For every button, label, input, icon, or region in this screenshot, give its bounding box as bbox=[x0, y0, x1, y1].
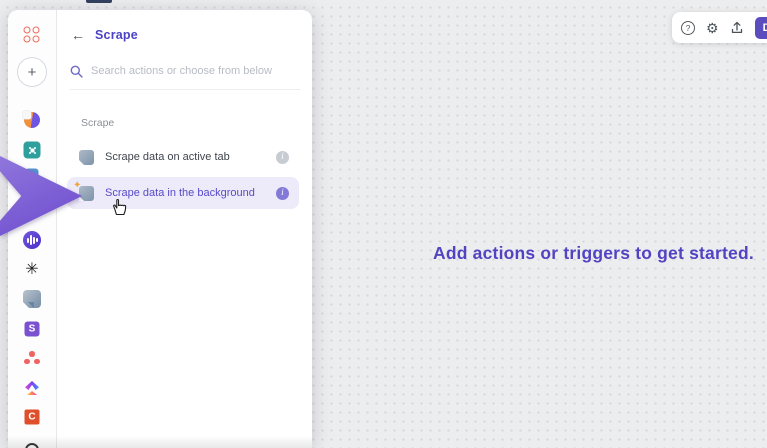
clickup-icon[interactable] bbox=[24, 380, 40, 396]
search-input[interactable]: Search actions or choose from below bbox=[70, 61, 300, 81]
deploy-button[interactable]: D bbox=[754, 16, 767, 39]
top-toolbar: ? ⚙ D bbox=[672, 12, 767, 43]
info-icon[interactable]: i bbox=[276, 186, 289, 200]
note-app-icon[interactable] bbox=[23, 290, 41, 308]
info-icon[interactable]: i bbox=[276, 150, 289, 164]
share-upload-icon[interactable] bbox=[730, 21, 744, 35]
asana-icon[interactable] bbox=[24, 351, 40, 365]
s-app-icon[interactable]: S bbox=[24, 321, 40, 337]
openai-icon[interactable]: ✳ bbox=[25, 262, 38, 278]
canvas-empty-state-text: Add actions or triggers to get started. bbox=[433, 243, 754, 263]
partial-app-icon[interactable] bbox=[25, 443, 39, 448]
back-button[interactable]: ← bbox=[70, 27, 86, 43]
plus-icon: + bbox=[17, 57, 47, 87]
page-title: Scrape bbox=[95, 28, 138, 42]
hand-pointer-cursor bbox=[113, 198, 127, 216]
settings-gear-icon[interactable]: ⚙ bbox=[706, 21, 719, 35]
annotation-arrow-shape bbox=[0, 156, 82, 236]
search-placeholder: Search actions or choose from below bbox=[91, 65, 272, 77]
annotation-arrow bbox=[0, 156, 82, 236]
background-window-sliver bbox=[86, 0, 112, 3]
section-label: Scrape bbox=[81, 117, 115, 129]
action-label: Scrape data in the background bbox=[105, 187, 255, 199]
search-icon bbox=[70, 65, 83, 78]
divider bbox=[70, 89, 300, 90]
action-item-scrape-background[interactable]: ✦ Scrape data in the background i bbox=[67, 177, 299, 209]
add-button[interactable]: + bbox=[17, 57, 47, 87]
action-item-scrape-active-tab[interactable]: Scrape data on active tab i bbox=[67, 141, 299, 173]
action-label: Scrape data on active tab bbox=[105, 151, 230, 163]
c-app-icon[interactable]: C bbox=[24, 409, 40, 425]
help-button[interactable]: ? bbox=[681, 20, 695, 35]
apps-grid-icon[interactable] bbox=[23, 26, 41, 44]
colorwheel-app-icon[interactable] bbox=[23, 111, 40, 128]
